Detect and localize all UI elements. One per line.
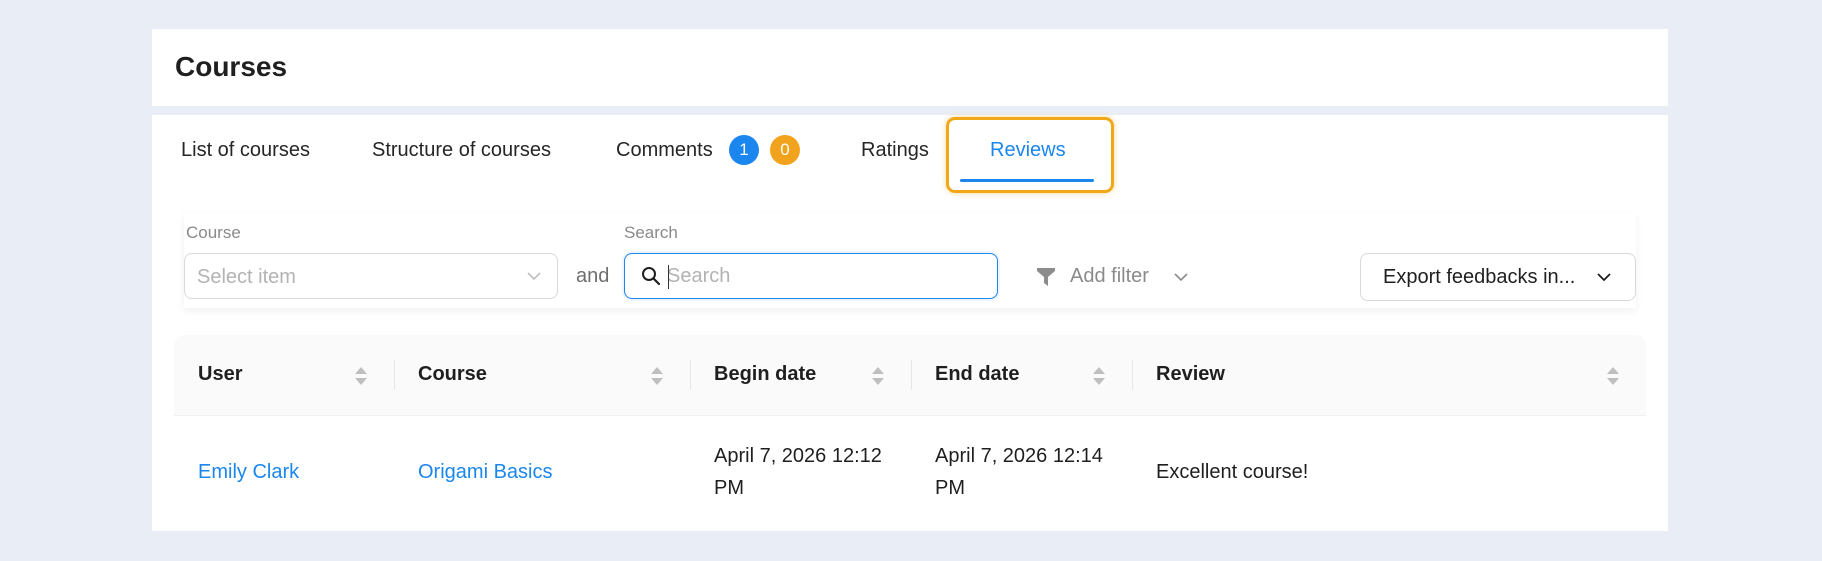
export-feedbacks-dropdown[interactable]: Export feedbacks in... (1360, 253, 1636, 301)
page-header: Courses (152, 29, 1668, 106)
column-header-end-date[interactable]: End date (911, 335, 1132, 415)
tab-comments[interactable]: Comments (616, 139, 713, 162)
sort-icon[interactable] (1092, 365, 1106, 387)
table-header: User Course Begin date End date Review (174, 335, 1646, 416)
column-header-user[interactable]: User (174, 335, 394, 415)
course-select[interactable]: Select item (184, 253, 558, 299)
search-input[interactable] (667, 262, 987, 290)
column-header-label: User (198, 363, 243, 385)
chevron-down-icon (1174, 273, 1188, 282)
course-link[interactable]: Origami Basics (418, 456, 552, 488)
funnel-icon (1037, 268, 1055, 286)
reviews-table: User Course Begin date End date Review E… (174, 335, 1646, 531)
end-date-line: PM (935, 477, 965, 499)
sort-icon[interactable] (354, 365, 368, 387)
sort-icon[interactable] (871, 365, 885, 387)
filter-bar: Course Select item and Search Add filter (184, 213, 1636, 308)
tab-list-of-courses[interactable]: List of courses (181, 139, 310, 162)
filter-conjunction: and (576, 265, 610, 287)
comments-count-badge-orange: 0 (770, 135, 800, 165)
column-header-course[interactable]: Course (394, 335, 690, 415)
text-caret (668, 265, 669, 289)
sort-icon[interactable] (1606, 365, 1620, 387)
column-header-begin-date[interactable]: Begin date (690, 335, 911, 415)
review-text: Excellent course! (1156, 461, 1309, 483)
end-date-value: April 7, 2026 12:14 PM (935, 440, 1103, 504)
column-header-label: Begin date (714, 363, 817, 385)
column-header-review[interactable]: Review (1132, 335, 1646, 415)
column-header-label: Review (1156, 363, 1225, 385)
begin-date-line: PM (714, 477, 744, 499)
page-title: Courses (175, 51, 288, 82)
course-filter-label: Course (186, 223, 241, 242)
cell-begin-date: April 7, 2026 12:12 PM (690, 416, 911, 531)
tab-ratings[interactable]: Ratings (861, 139, 929, 162)
chevron-down-icon (1597, 273, 1611, 282)
search-filter-label: Search (624, 223, 678, 242)
search-field[interactable] (624, 253, 998, 299)
add-filter-label: Add filter (1070, 265, 1149, 287)
cell-review: Excellent course! (1132, 416, 1646, 531)
reviews-panel: List of courses Structure of courses Com… (152, 115, 1668, 531)
user-link[interactable]: Emily Clark (198, 456, 299, 488)
column-header-label: Course (418, 363, 487, 385)
chevron-down-icon (527, 272, 541, 281)
cell-course: Origami Basics (394, 416, 690, 531)
sort-icon[interactable] (650, 365, 664, 387)
course-select-placeholder: Select item (197, 266, 296, 288)
comments-count-badge-blue: 1 (729, 135, 759, 165)
export-feedbacks-label: Export feedbacks in... (1383, 266, 1576, 288)
cell-end-date: April 7, 2026 12:14 PM (911, 416, 1132, 531)
begin-date-line: April 7, 2026 12:12 (714, 445, 882, 467)
cell-user: Emily Clark (174, 416, 394, 531)
begin-date-value: April 7, 2026 12:12 PM (714, 440, 882, 504)
tab-highlight-frame (946, 117, 1114, 193)
search-icon (642, 267, 661, 286)
end-date-line: April 7, 2026 12:14 (935, 445, 1103, 467)
column-header-label: End date (935, 363, 1020, 385)
tab-structure-of-courses[interactable]: Structure of courses (372, 139, 551, 162)
table-row: Emily Clark Origami Basics April 7, 2026… (174, 416, 1646, 531)
